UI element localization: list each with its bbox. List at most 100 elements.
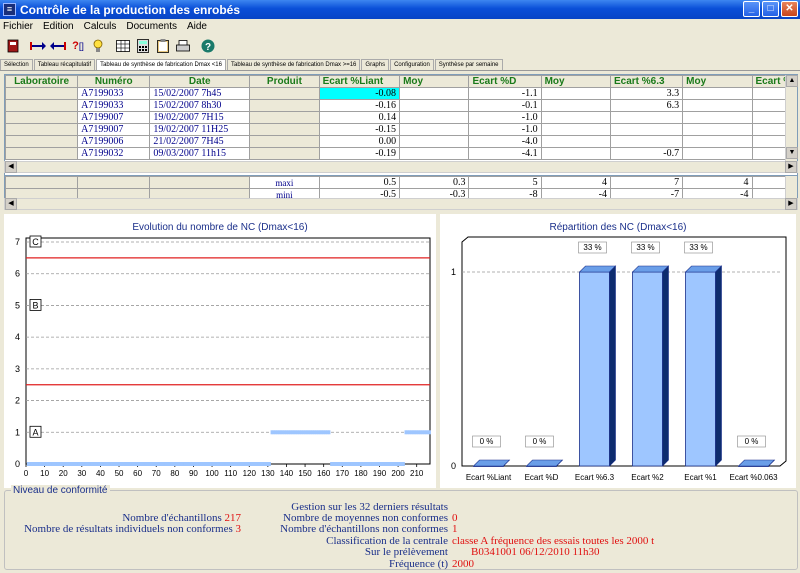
table-cell[interactable]: 3.3 bbox=[609, 87, 684, 100]
table-cell[interactable]: A7199007 bbox=[77, 111, 151, 124]
table-cell[interactable]: 19/02/2007 7H15 bbox=[149, 111, 251, 124]
table-row[interactable]: A719900621/02/2007 7H450.00-4.02.04.0 bbox=[5, 135, 797, 148]
table-cell[interactable]: -0.7 bbox=[609, 147, 684, 160]
bulb-icon[interactable] bbox=[89, 37, 107, 55]
table-cell[interactable] bbox=[682, 123, 753, 136]
column-header[interactable]: Moy bbox=[540, 75, 611, 88]
table-cell[interactable] bbox=[682, 87, 753, 100]
table-cell[interactable]: A7199006 bbox=[77, 135, 151, 148]
table-cell[interactable]: -1.0 bbox=[468, 111, 542, 124]
table-cell[interactable] bbox=[399, 87, 470, 100]
table-cell[interactable] bbox=[682, 135, 753, 148]
grid-hscrollbar[interactable]: ◀ ▶ bbox=[4, 161, 798, 173]
column-header[interactable]: Moy bbox=[399, 75, 470, 88]
tab-graphs[interactable]: Graphs bbox=[361, 59, 390, 70]
table-cell[interactable] bbox=[540, 99, 611, 112]
table-cell[interactable]: 15/02/2007 8h30 bbox=[149, 99, 251, 112]
tab-synthese-semaine[interactable]: Synthèse par semaine bbox=[434, 59, 503, 70]
arrow-right-icon[interactable] bbox=[29, 37, 47, 55]
table-cell[interactable] bbox=[682, 147, 753, 160]
menu-documents[interactable]: Documents bbox=[126, 21, 177, 32]
table-cell[interactable]: -1.1 bbox=[468, 87, 542, 100]
table-cell[interactable]: -0.16 bbox=[318, 99, 401, 112]
table-row[interactable]: A719903315/02/2007 7h45-0.08-1.13.32.5-0… bbox=[5, 87, 797, 100]
scroll-down-arrow[interactable]: ▼ bbox=[786, 147, 798, 159]
table-cell[interactable] bbox=[682, 99, 753, 112]
table-cell[interactable]: -0.15 bbox=[318, 123, 401, 136]
table-cell[interactable]: -0.1 bbox=[468, 99, 542, 112]
menu-calculs[interactable]: Calculs bbox=[84, 21, 117, 32]
table-cell[interactable]: 0.00 bbox=[318, 135, 401, 148]
tab-configuration[interactable]: Configuration bbox=[390, 59, 434, 70]
table-cell[interactable] bbox=[249, 135, 320, 148]
column-header[interactable]: Numéro bbox=[77, 75, 151, 88]
table-cell[interactable] bbox=[249, 99, 320, 112]
clipboard-icon[interactable] bbox=[154, 37, 172, 55]
scroll-right-arrow[interactable]: ▶ bbox=[785, 161, 797, 173]
table-cell[interactable] bbox=[249, 147, 320, 160]
column-header[interactable]: Date bbox=[149, 75, 251, 88]
column-header[interactable]: Ecart %D bbox=[468, 75, 542, 88]
table-cell[interactable] bbox=[5, 99, 79, 112]
table-cell[interactable]: 0.14 bbox=[318, 111, 401, 124]
scroll-up-arrow[interactable]: ▲ bbox=[786, 75, 798, 87]
table-cell[interactable]: -1.0 bbox=[468, 123, 542, 136]
help-icon[interactable]: ? bbox=[199, 37, 217, 55]
tab-recapitulatif[interactable]: Tableau récapitulatif bbox=[33, 59, 96, 70]
table-cell[interactable]: 6.3 bbox=[609, 99, 684, 112]
tab-synthese-dmax-lt16[interactable]: Tableau de synthèse de fabrication Dmax … bbox=[96, 59, 226, 70]
column-header[interactable]: Moy bbox=[682, 75, 753, 88]
table-cell[interactable]: 15/02/2007 7h45 bbox=[149, 87, 251, 100]
table-row[interactable]: A719903315/02/2007 8h30-0.16-0.16.30.51.… bbox=[5, 99, 797, 112]
calculator-icon[interactable] bbox=[134, 37, 152, 55]
table-cell[interactable] bbox=[399, 147, 470, 160]
table-cell[interactable] bbox=[609, 123, 684, 136]
table-row[interactable]: A719903209/03/2007 11h15-0.19-4.1-0.7-0.… bbox=[5, 147, 797, 160]
table-cell[interactable]: A7199032 bbox=[77, 147, 151, 160]
minimize-button[interactable]: _ bbox=[743, 1, 760, 17]
table-cell[interactable]: -4.1 bbox=[468, 147, 542, 160]
table-cell[interactable] bbox=[249, 123, 320, 136]
table-cell[interactable]: A7199033 bbox=[77, 99, 151, 112]
table-cell[interactable]: 19/02/2007 11H25 bbox=[149, 123, 251, 136]
column-header[interactable]: Produit bbox=[249, 75, 320, 88]
question-bars-icon[interactable]: ?[] bbox=[69, 37, 87, 55]
arrow-left-icon[interactable] bbox=[49, 37, 67, 55]
table-cell[interactable]: -0.19 bbox=[318, 147, 401, 160]
table-cell[interactable]: A7199033 bbox=[77, 87, 151, 100]
table-cell[interactable] bbox=[5, 87, 79, 100]
table-cell[interactable] bbox=[540, 123, 611, 136]
table-cell[interactable] bbox=[682, 111, 753, 124]
printer-icon[interactable] bbox=[174, 37, 192, 55]
tab-synthese-dmax-ge16[interactable]: Tableau de synthèse de fabrication Dmax … bbox=[226, 59, 361, 70]
book-icon[interactable] bbox=[4, 37, 22, 55]
maximize-button[interactable]: □ bbox=[762, 1, 779, 17]
column-header[interactable]: Laboratoire bbox=[5, 75, 79, 88]
table-cell[interactable]: 21/02/2007 7H45 bbox=[149, 135, 251, 148]
table-cell[interactable] bbox=[609, 111, 684, 124]
table-row[interactable]: A719900719/02/2007 7H150.14-1.04.04.0 bbox=[5, 111, 797, 124]
table-cell[interactable] bbox=[540, 87, 611, 100]
table-cell[interactable]: -4.0 bbox=[468, 135, 542, 148]
stats-hscrollbar[interactable]: ◀ ▶ bbox=[4, 198, 798, 210]
column-header[interactable]: Ecart %6.3 bbox=[609, 75, 684, 88]
table-cell[interactable] bbox=[540, 135, 611, 148]
close-button[interactable]: ✕ bbox=[781, 1, 798, 17]
table-cell[interactable] bbox=[5, 111, 79, 124]
table-cell[interactable] bbox=[5, 135, 79, 148]
scroll-left-arrow[interactable]: ◀ bbox=[5, 161, 17, 173]
menu-aide[interactable]: Aide bbox=[187, 21, 207, 32]
table-cell[interactable] bbox=[399, 123, 470, 136]
grid-icon[interactable] bbox=[114, 37, 132, 55]
column-header[interactable]: Ecart %Liant bbox=[318, 75, 401, 88]
tab-selection[interactable]: Sélection bbox=[0, 59, 33, 70]
table-row[interactable]: A719900719/02/2007 11H25-0.15-1.02.02.0 bbox=[5, 123, 797, 136]
table-cell[interactable] bbox=[5, 147, 79, 160]
stats-scroll-left-arrow[interactable]: ◀ bbox=[5, 198, 17, 210]
table-cell[interactable] bbox=[609, 135, 684, 148]
table-cell[interactable] bbox=[5, 123, 79, 136]
table-cell[interactable] bbox=[399, 99, 470, 112]
table-cell[interactable]: 09/03/2007 11h15 bbox=[149, 147, 251, 160]
table-cell[interactable] bbox=[249, 87, 320, 100]
stats-scroll-right-arrow[interactable]: ▶ bbox=[785, 198, 797, 210]
